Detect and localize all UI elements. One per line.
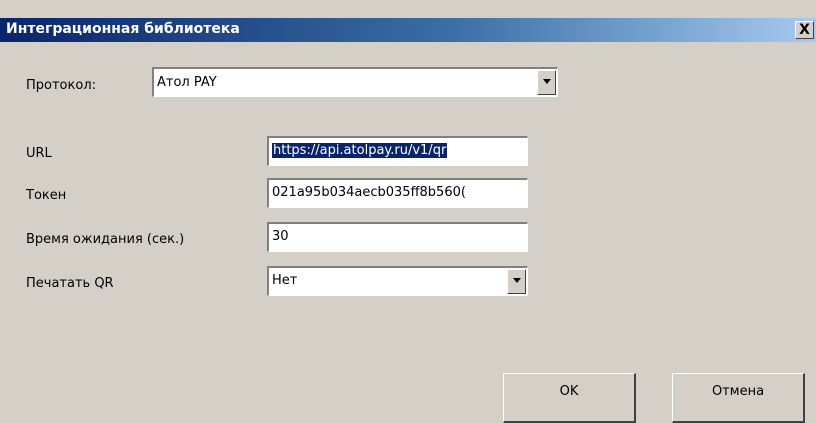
cancel-button-label: Отмена	[711, 384, 765, 399]
chevron-down-icon[interactable]	[537, 70, 556, 95]
title-bar[interactable]: Интеграционная библиотека X	[0, 18, 816, 42]
url-field[interactable]: https://api.atolpay.ru/v1/qr	[267, 136, 528, 166]
dialog-window: Интеграционная библиотека X Протокол: Ат…	[0, 0, 816, 423]
ok-button[interactable]: OK	[503, 373, 636, 423]
url-field-value: https://api.atolpay.ru/v1/qr	[272, 143, 448, 158]
url-label: URL	[26, 146, 52, 161]
token-label: Токен	[26, 188, 67, 203]
protocol-select-value: Атол PAY	[157, 75, 217, 90]
window-title: Интеграционная библиотека	[6, 21, 240, 37]
protocol-label: Протокол:	[26, 78, 97, 93]
chevron-down-icon[interactable]	[507, 269, 526, 294]
token-field-value: 021a95b034aecb035ff8b560(	[272, 185, 466, 200]
timeout-label: Время ожидания (сек.)	[26, 232, 185, 247]
cancel-button[interactable]: Отмена	[672, 373, 805, 423]
ok-button-label: OK	[559, 384, 579, 399]
print-qr-select[interactable]: Нет	[267, 266, 528, 296]
token-field[interactable]: 021a95b034aecb035ff8b560(	[267, 178, 528, 208]
timeout-field-value: 30	[272, 229, 289, 244]
timeout-field[interactable]: 30	[267, 222, 528, 252]
print-qr-label: Печатать QR	[26, 276, 114, 291]
close-button[interactable]: X	[795, 21, 814, 39]
print-qr-select-value: Нет	[272, 273, 298, 288]
protocol-select[interactable]: Атол PAY	[152, 67, 558, 97]
close-icon: X	[799, 22, 810, 38]
